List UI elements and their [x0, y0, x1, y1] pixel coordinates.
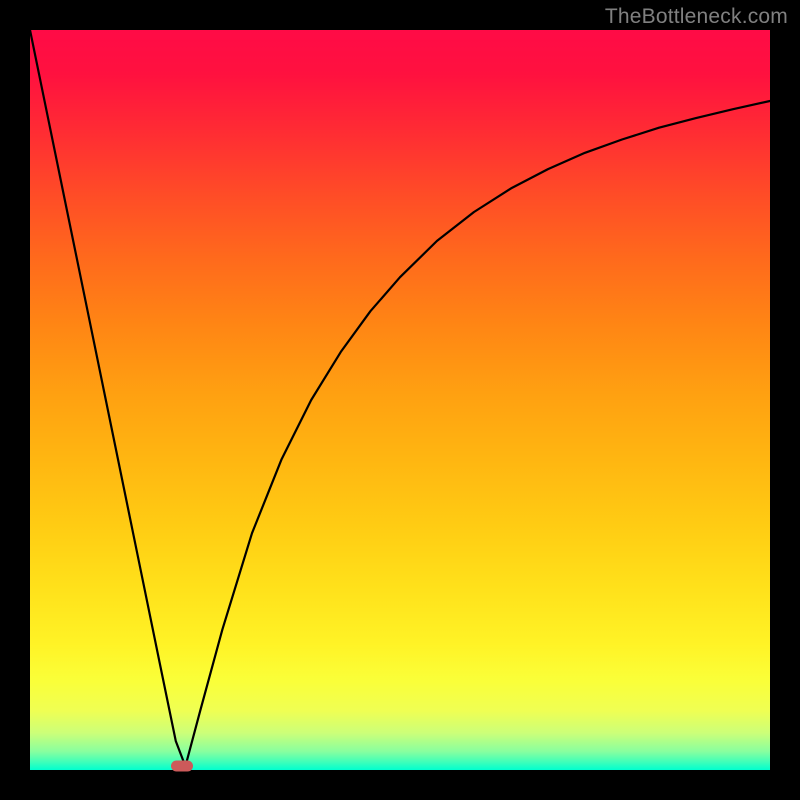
plot-area [30, 30, 770, 770]
watermark-text: TheBottleneck.com [605, 5, 788, 29]
chart-stage: TheBottleneck.com [0, 0, 800, 800]
bottleneck-curve [30, 30, 770, 770]
optimum-marker [171, 760, 193, 771]
curve-path [30, 30, 770, 766]
